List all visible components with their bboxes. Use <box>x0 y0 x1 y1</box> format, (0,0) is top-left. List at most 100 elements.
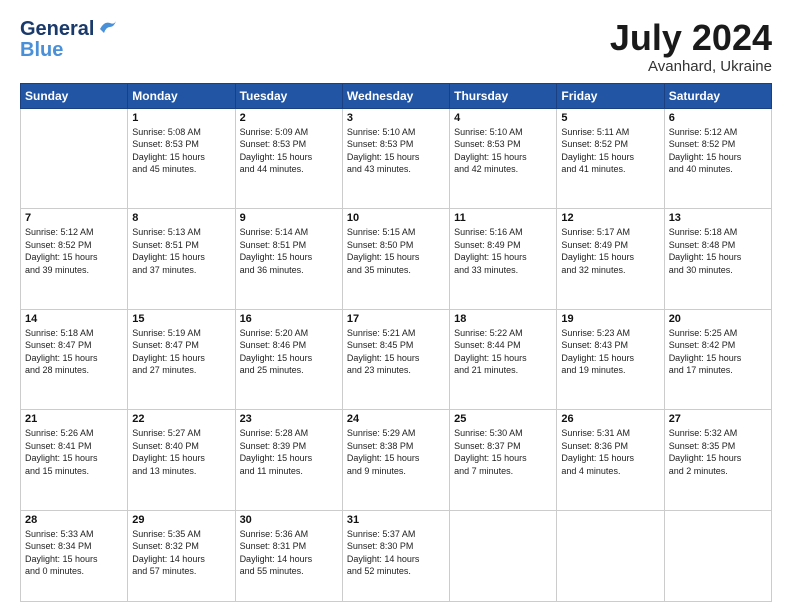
calendar-cell: 6Sunrise: 5:12 AMSunset: 8:52 PMDaylight… <box>664 108 771 209</box>
calendar-cell: 10Sunrise: 5:15 AMSunset: 8:50 PMDayligh… <box>342 209 449 310</box>
cell-line: Sunrise: 5:35 AM <box>132 528 230 541</box>
cell-line: Daylight: 15 hours <box>454 151 552 164</box>
day-number: 22 <box>132 413 230 425</box>
cell-line: Sunrise: 5:08 AM <box>132 126 230 139</box>
cell-line: and 28 minutes. <box>25 364 123 377</box>
title-block: July 2024 Avanhard, Ukraine <box>610 18 772 75</box>
calendar-cell <box>664 510 771 601</box>
cell-line: Daylight: 14 hours <box>240 553 338 566</box>
cell-line: Sunrise: 5:10 AM <box>454 126 552 139</box>
day-number: 30 <box>240 514 338 526</box>
cell-line: Daylight: 15 hours <box>132 151 230 164</box>
cell-line: and 39 minutes. <box>25 264 123 277</box>
cell-line: Sunrise: 5:11 AM <box>561 126 659 139</box>
day-number: 9 <box>240 212 338 224</box>
calendar-cell: 19Sunrise: 5:23 AMSunset: 8:43 PMDayligh… <box>557 309 664 410</box>
week-row-3: 21Sunrise: 5:26 AMSunset: 8:41 PMDayligh… <box>21 410 772 511</box>
cell-line: and 55 minutes. <box>240 565 338 578</box>
cell-line: Daylight: 15 hours <box>240 251 338 264</box>
day-number: 7 <box>25 212 123 224</box>
day-number: 10 <box>347 212 445 224</box>
cell-line: Daylight: 15 hours <box>347 352 445 365</box>
calendar-cell: 29Sunrise: 5:35 AMSunset: 8:32 PMDayligh… <box>128 510 235 601</box>
cell-line: Sunset: 8:52 PM <box>25 239 123 252</box>
logo-bird-icon <box>96 19 118 37</box>
cell-line: Daylight: 15 hours <box>25 452 123 465</box>
calendar-cell: 2Sunrise: 5:09 AMSunset: 8:53 PMDaylight… <box>235 108 342 209</box>
cell-line: Sunset: 8:51 PM <box>240 239 338 252</box>
cell-line: Daylight: 14 hours <box>132 553 230 566</box>
calendar-cell: 11Sunrise: 5:16 AMSunset: 8:49 PMDayligh… <box>450 209 557 310</box>
week-row-4: 28Sunrise: 5:33 AMSunset: 8:34 PMDayligh… <box>21 510 772 601</box>
day-number: 13 <box>669 212 767 224</box>
cell-line: Daylight: 14 hours <box>347 553 445 566</box>
day-number: 18 <box>454 313 552 325</box>
calendar-table: SundayMondayTuesdayWednesdayThursdayFrid… <box>20 83 772 602</box>
day-number: 24 <box>347 413 445 425</box>
day-number: 26 <box>561 413 659 425</box>
cell-line: and 37 minutes. <box>132 264 230 277</box>
weekday-thursday: Thursday <box>450 83 557 108</box>
cell-line: and 19 minutes. <box>561 364 659 377</box>
calendar-cell: 26Sunrise: 5:31 AMSunset: 8:36 PMDayligh… <box>557 410 664 511</box>
cell-line: Daylight: 15 hours <box>25 553 123 566</box>
day-number: 25 <box>454 413 552 425</box>
cell-line: Daylight: 15 hours <box>347 251 445 264</box>
calendar-cell: 1Sunrise: 5:08 AMSunset: 8:53 PMDaylight… <box>128 108 235 209</box>
calendar-cell: 7Sunrise: 5:12 AMSunset: 8:52 PMDaylight… <box>21 209 128 310</box>
cell-line: Sunset: 8:53 PM <box>240 138 338 151</box>
weekday-header-row: SundayMondayTuesdayWednesdayThursdayFrid… <box>21 83 772 108</box>
cell-line: Sunset: 8:34 PM <box>25 540 123 553</box>
day-number: 31 <box>347 514 445 526</box>
week-row-2: 14Sunrise: 5:18 AMSunset: 8:47 PMDayligh… <box>21 309 772 410</box>
day-number: 21 <box>25 413 123 425</box>
cell-line: and 43 minutes. <box>347 163 445 176</box>
calendar-cell: 24 Sunrise: 5:29 AMSunset: 8:38 PMDayligh… <box>342 410 449 511</box>
calendar-cell: 30Sunrise: 5:36 AMSunset: 8:31 PMDayligh… <box>235 510 342 601</box>
cell-line: and 42 minutes. <box>454 163 552 176</box>
cell-line: and 45 minutes. <box>132 163 230 176</box>
cell-line: Daylight: 15 hours <box>347 452 445 465</box>
day-number: 28 <box>25 514 123 526</box>
cell-line: Daylight: 15 hours <box>240 352 338 365</box>
weekday-wednesday: Wednesday <box>342 83 449 108</box>
cell-line: and 4 minutes. <box>561 465 659 478</box>
calendar-cell <box>21 108 128 209</box>
cell-line: Sunset: 8:38 PM <box>347 440 445 453</box>
weekday-tuesday: Tuesday <box>235 83 342 108</box>
cell-line: and 0 minutes. <box>25 565 123 578</box>
day-number: 17 <box>347 313 445 325</box>
calendar-cell: 18Sunrise: 5:22 AMSunset: 8:44 PMDayligh… <box>450 309 557 410</box>
cell-line: Daylight: 15 hours <box>132 251 230 264</box>
day-number: 15 <box>132 313 230 325</box>
cell-line: Sunrise: 5:17 AM <box>561 226 659 239</box>
day-number: 8 <box>132 212 230 224</box>
cell-line: Sunset: 8:47 PM <box>25 339 123 352</box>
cell-line: Sunrise: 5:13 AM <box>132 226 230 239</box>
calendar-cell: 15Sunrise: 5:19 AMSunset: 8:47 PMDayligh… <box>128 309 235 410</box>
day-number: 2 <box>240 112 338 124</box>
cell-line: and 13 minutes. <box>132 465 230 478</box>
cell-line: Sunset: 8:35 PM <box>669 440 767 453</box>
cell-line: Sunset: 8:39 PM <box>240 440 338 453</box>
cell-line: Sunrise: 5:10 AM <box>347 126 445 139</box>
cell-line: Sunset: 8:45 PM <box>347 339 445 352</box>
day-number: 27 <box>669 413 767 425</box>
cell-line: Sunset: 8:52 PM <box>669 138 767 151</box>
cell-line: Sunset: 8:37 PM <box>454 440 552 453</box>
cell-line: and 25 minutes. <box>240 364 338 377</box>
cell-line: and 15 minutes. <box>25 465 123 478</box>
cell-line: Sunrise: 5:28 AM <box>240 427 338 440</box>
cell-line: Daylight: 15 hours <box>240 151 338 164</box>
day-number: 3 <box>347 112 445 124</box>
calendar-cell: 28Sunrise: 5:33 AMSunset: 8:34 PMDayligh… <box>21 510 128 601</box>
cell-line: Sunset: 8:47 PM <box>132 339 230 352</box>
weekday-saturday: Saturday <box>664 83 771 108</box>
day-number: 16 <box>240 313 338 325</box>
cell-line: Sunrise: 5:29 AM <box>347 427 445 440</box>
cell-line: and 44 minutes. <box>240 163 338 176</box>
logo-blue: Blue <box>20 39 118 62</box>
cell-line: Daylight: 15 hours <box>669 352 767 365</box>
cell-line: and 36 minutes. <box>240 264 338 277</box>
cell-line: Sunset: 8:30 PM <box>347 540 445 553</box>
